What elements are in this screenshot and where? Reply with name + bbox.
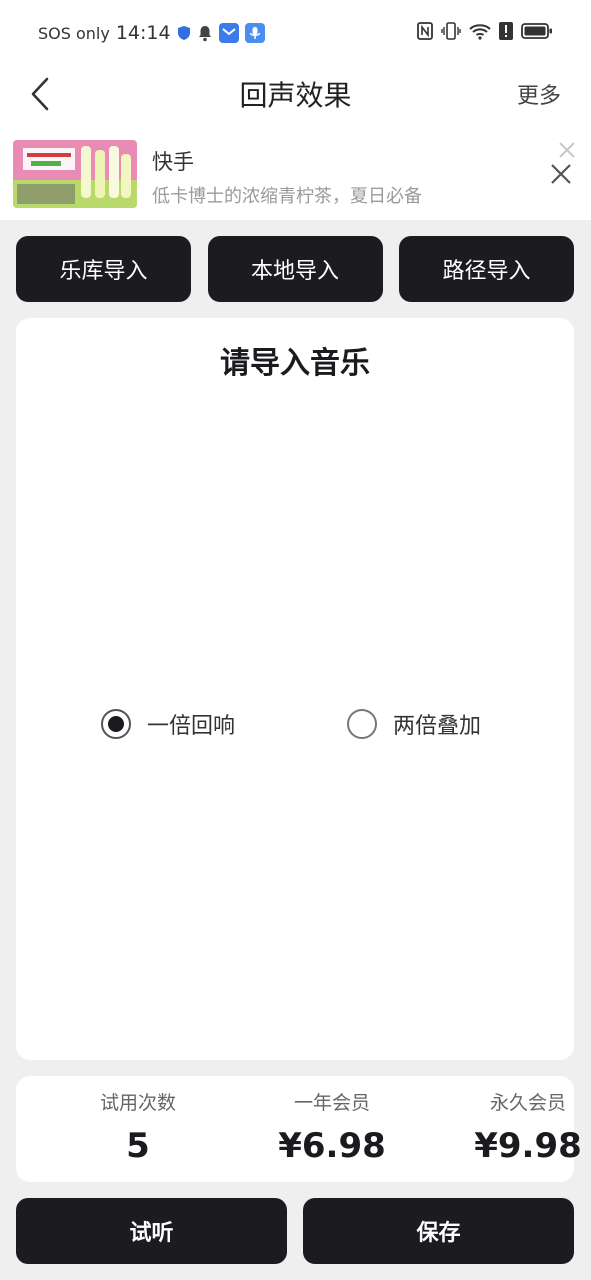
price-value: ¥6.98 — [278, 1126, 386, 1166]
library-import-button[interactable]: 乐库导入 — [16, 236, 191, 302]
pricing-card: 试用次数 5 一年会员 ¥6.98 永久会员 ¥9.98 — [16, 1076, 582, 1182]
local-import-button[interactable]: 本地导入 — [207, 236, 383, 302]
option-double-overlay[interactable]: 两倍叠加 — [347, 708, 481, 740]
more-button[interactable]: 更多 — [517, 78, 561, 110]
recorder-app-icon — [244, 23, 265, 43]
price-label: 永久会员 — [489, 1092, 566, 1114]
wifi-icon — [469, 22, 491, 40]
nfc-icon — [417, 22, 433, 40]
ad-dismiss-small-icon[interactable] — [557, 140, 577, 164]
mail-app-icon — [218, 23, 239, 43]
ad-description: 低卡博士的浓缩青柠茶，夏日必备 — [152, 186, 422, 207]
clock: 14:14 — [115, 22, 171, 44]
path-import-button[interactable]: 路径导入 — [399, 236, 574, 302]
preview-button[interactable]: 试听 — [16, 1198, 287, 1264]
ad-thumbnail[interactable] — [13, 140, 137, 208]
import-button-row: 乐库导入 本地导入 路径导入 — [16, 236, 574, 302]
ad-close-icon[interactable] — [549, 162, 573, 190]
price-label: 试用次数 — [99, 1092, 176, 1114]
status-bar: SOS only 14:14 — [0, 0, 591, 66]
alert-icon — [499, 22, 513, 40]
app-header: 回声效果 更多 — [0, 66, 591, 129]
bottom-actions: 试听 保存 — [16, 1198, 574, 1264]
page-title: 回声效果 — [239, 79, 352, 112]
shield-icon — [177, 25, 191, 41]
battery-icon — [521, 22, 553, 40]
radio-selected-icon[interactable] — [101, 709, 131, 739]
annual-membership-column[interactable]: 一年会员 ¥6.98 — [272, 1076, 392, 1182]
save-button[interactable]: 保存 — [303, 1198, 574, 1264]
carrier-text: SOS only — [38, 23, 110, 43]
option-label: 两倍叠加 — [393, 714, 482, 739]
price-label: 一年会员 — [293, 1092, 370, 1114]
trial-count-column: 试用次数 5 — [86, 1076, 190, 1182]
vibrate-icon — [441, 22, 461, 40]
option-single-echo[interactable]: 一倍回响 — [101, 708, 235, 740]
card-title: 请导入音乐 — [220, 346, 370, 381]
music-card: 请导入音乐 一倍回响 两倍叠加 — [16, 318, 574, 1060]
ad-title: 快手 — [152, 150, 194, 174]
option-label: 一倍回响 — [147, 714, 236, 739]
price-value: ¥9.98 — [474, 1126, 582, 1166]
radio-unselected-icon[interactable] — [347, 709, 377, 739]
bell-icon — [197, 24, 213, 42]
lifetime-membership-column[interactable]: 永久会员 ¥9.98 — [472, 1076, 584, 1182]
price-value: 5 — [126, 1126, 150, 1166]
ad-banner[interactable]: 快手 低卡博士的浓缩青柠茶，夏日必备 — [0, 128, 591, 220]
